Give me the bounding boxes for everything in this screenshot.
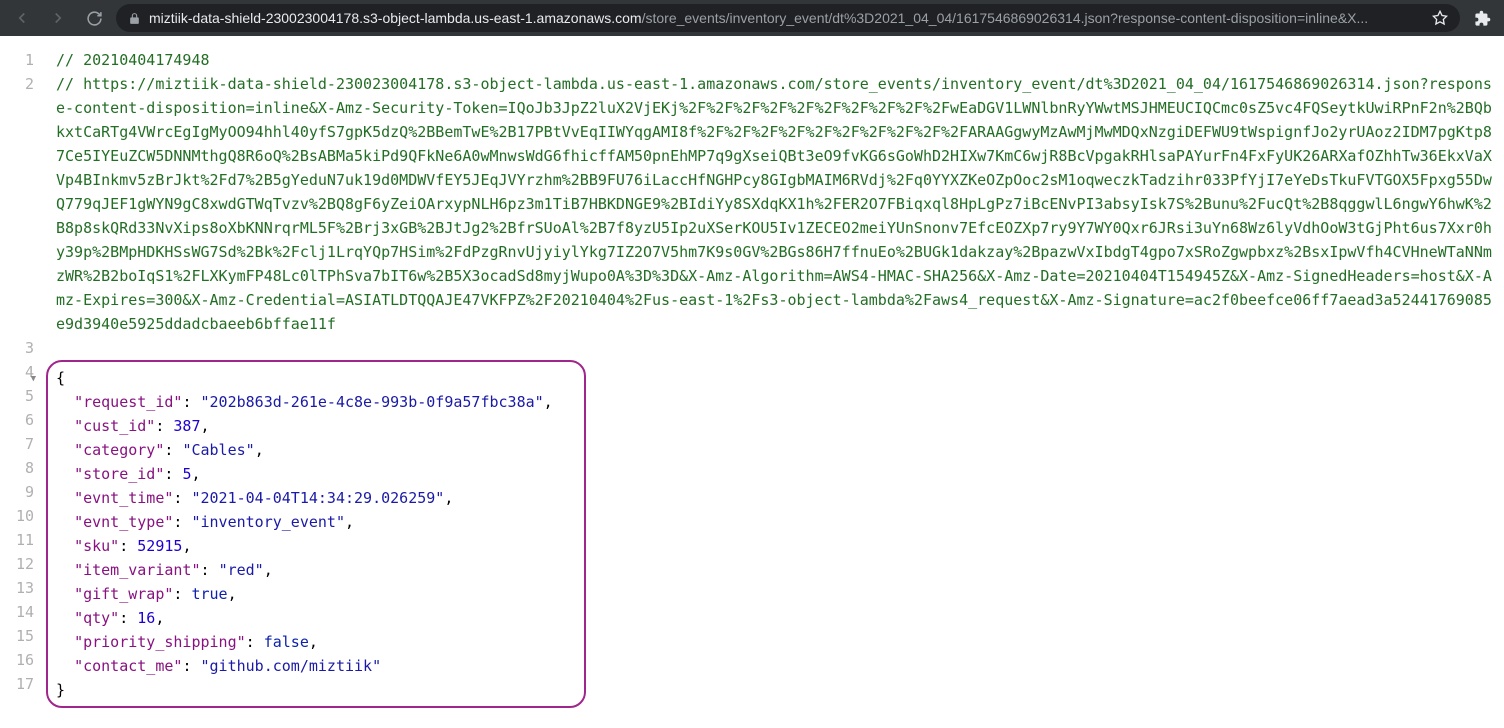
json-highlight-box: { "request_id": "202b863d-261e-4c8e-993b… bbox=[46, 360, 586, 708]
comment-url-line: // https://miztiik-data-shield-230023004… bbox=[56, 72, 1496, 336]
back-button[interactable] bbox=[8, 4, 36, 32]
extensions-icon[interactable] bbox=[1468, 4, 1496, 32]
json-brace: { bbox=[56, 366, 576, 390]
json-field: "store_id": 5, bbox=[56, 462, 576, 486]
json-field: "item_variant": "red", bbox=[56, 558, 576, 582]
browser-toolbar: miztiik-data-shield-230023004178.s3-obje… bbox=[0, 0, 1504, 36]
bookmark-star-icon[interactable] bbox=[1432, 10, 1448, 26]
json-field: "category": "Cables", bbox=[56, 438, 576, 462]
json-viewer: 1234▼567891011121314151617 // 2021040417… bbox=[0, 36, 1504, 708]
json-field: "gift_wrap": true, bbox=[56, 582, 576, 606]
forward-button[interactable] bbox=[44, 4, 72, 32]
code-content: // 20210404174948 // https://miztiik-dat… bbox=[44, 36, 1504, 708]
line-gutter: 1234▼567891011121314151617 bbox=[0, 36, 44, 708]
reload-button[interactable] bbox=[80, 4, 108, 32]
url-text: miztiik-data-shield-230023004178.s3-obje… bbox=[149, 10, 1424, 26]
address-bar[interactable]: miztiik-data-shield-230023004178.s3-obje… bbox=[116, 4, 1460, 32]
json-field: "qty": 16, bbox=[56, 606, 576, 630]
lock-icon bbox=[128, 12, 141, 25]
json-field: "evnt_type": "inventory_event", bbox=[56, 510, 576, 534]
json-brace: } bbox=[56, 678, 576, 702]
json-field: "request_id": "202b863d-261e-4c8e-993b-0… bbox=[56, 390, 576, 414]
comment-line: // 20210404174948 bbox=[56, 48, 1496, 72]
json-field: "priority_shipping": false, bbox=[56, 630, 576, 654]
json-field: "sku": 52915, bbox=[56, 534, 576, 558]
json-field: "evnt_time": "2021-04-04T14:34:29.026259… bbox=[56, 486, 576, 510]
blank-line bbox=[56, 336, 1496, 360]
json-field: "contact_me": "github.com/miztiik" bbox=[56, 654, 576, 678]
json-field: "cust_id": 387, bbox=[56, 414, 576, 438]
